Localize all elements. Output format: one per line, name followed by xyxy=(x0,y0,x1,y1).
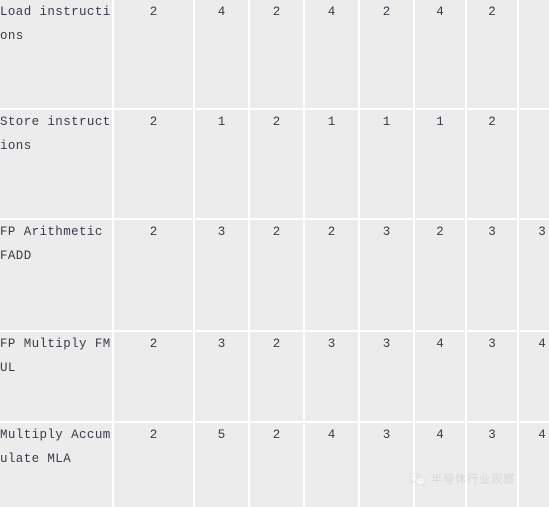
cell-value: 4 xyxy=(415,332,467,423)
cell-value: 3 xyxy=(360,423,415,507)
cell-value: 4 xyxy=(519,423,549,507)
cell-value xyxy=(519,110,549,220)
row-label-fp-arithmetic-fadd: FP Arithmetic FADD xyxy=(0,220,114,332)
cell-value: 4 xyxy=(519,332,549,423)
cell-value: 2 xyxy=(415,220,467,332)
cell-value: 2 xyxy=(250,110,305,220)
cell-value: 2 xyxy=(250,0,305,110)
instruction-latency-table-container: Load instructions 2 4 2 4 2 4 2 Store in… xyxy=(0,0,549,507)
cell-value: 2 xyxy=(114,0,195,110)
table-row: FP Arithmetic FADD 2 3 2 2 3 2 3 3 xyxy=(0,220,549,332)
cell-value: 3 xyxy=(360,332,415,423)
cell-value: 1 xyxy=(305,110,360,220)
cell-value: 3 xyxy=(195,332,250,423)
table-row: Multiply Accumulate MLA 2 5 2 4 3 4 3 4 xyxy=(0,423,549,507)
cell-value: 2 xyxy=(114,332,195,423)
cell-value: 2 xyxy=(114,220,195,332)
cell-value: 3 xyxy=(519,220,549,332)
cell-value: 2 xyxy=(114,110,195,220)
cell-value: 5 xyxy=(195,423,250,507)
cell-value: 2 xyxy=(467,110,519,220)
table-body: Load instructions 2 4 2 4 2 4 2 Store in… xyxy=(0,0,549,507)
cell-value: 4 xyxy=(415,0,467,110)
cell-value: 2 xyxy=(114,423,195,507)
row-label-fp-multiply-fmul: FP Multiply FMUL xyxy=(0,332,114,423)
table-row: Load instructions 2 4 2 4 2 4 2 xyxy=(0,0,549,110)
cell-value: 1 xyxy=(415,110,467,220)
cell-value: 1 xyxy=(360,110,415,220)
cell-value: 3 xyxy=(360,220,415,332)
table-row: FP Multiply FMUL 2 3 2 3 3 4 3 4 xyxy=(0,332,549,423)
cell-value: 2 xyxy=(467,0,519,110)
cell-value: 4 xyxy=(415,423,467,507)
row-label-store-instructions: Store instructions xyxy=(0,110,114,220)
cell-value: 4 xyxy=(305,423,360,507)
cell-value: 2 xyxy=(250,423,305,507)
cell-value: 3 xyxy=(467,332,519,423)
cell-value: 2 xyxy=(250,220,305,332)
cell-value xyxy=(519,0,549,110)
row-label-load-instructions: Load instructions xyxy=(0,0,114,110)
cell-value: 4 xyxy=(195,0,250,110)
cell-value: 2 xyxy=(305,220,360,332)
cell-value: 3 xyxy=(195,220,250,332)
cell-value: 4 xyxy=(305,0,360,110)
cell-value: 3 xyxy=(467,423,519,507)
instruction-latency-table: Load instructions 2 4 2 4 2 4 2 Store in… xyxy=(0,0,549,507)
cell-value: 2 xyxy=(360,0,415,110)
cell-value: 1 xyxy=(195,110,250,220)
cell-value: 2 xyxy=(250,332,305,423)
row-label-multiply-accumulate-mla: Multiply Accumulate MLA xyxy=(0,423,114,507)
table-row: Store instructions 2 1 2 1 1 1 2 xyxy=(0,110,549,220)
cell-value: 3 xyxy=(305,332,360,423)
cell-value: 3 xyxy=(467,220,519,332)
